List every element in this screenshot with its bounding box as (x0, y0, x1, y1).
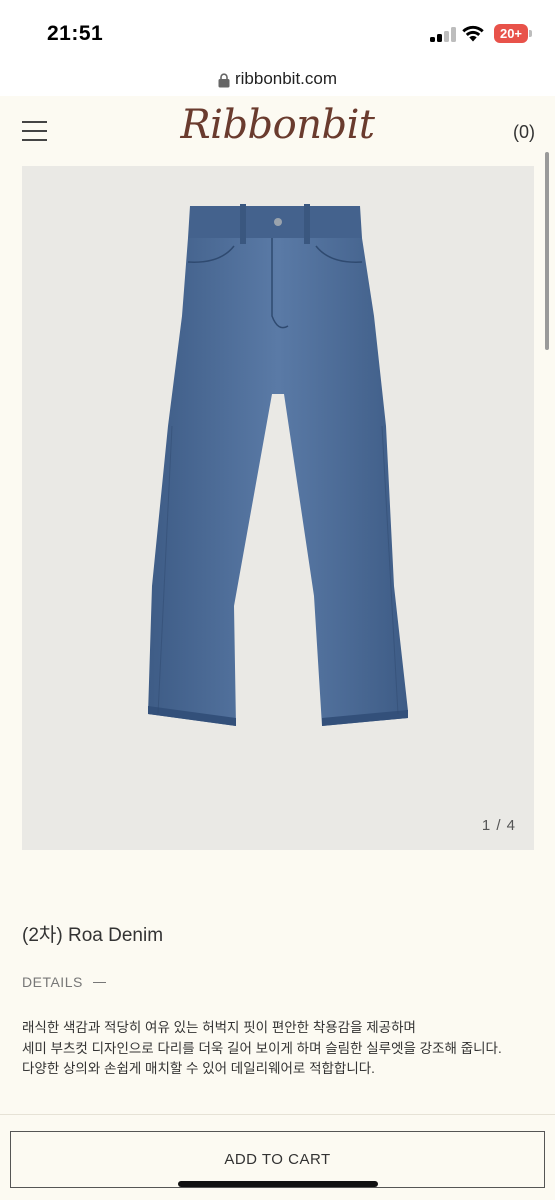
home-indicator[interactable] (178, 1181, 378, 1187)
product-description: 래식한 색감과 적당히 여유 있는 허벅지 핏이 편안한 착용감을 제공하며 세… (22, 1018, 537, 1080)
collapse-dash-icon (92, 981, 106, 983)
description-line: 래식한 색감과 적당히 여유 있는 허벅지 핏이 편안한 착용감을 제공하며 (22, 1020, 416, 1035)
status-time: 21:51 (47, 22, 104, 45)
page-scrollbar[interactable] (545, 152, 549, 350)
battery-icon: 20+ (494, 24, 528, 43)
site-logo[interactable]: Ribbonbit (0, 102, 555, 148)
cart-count[interactable]: (0) (513, 122, 535, 143)
battery-tip (529, 30, 532, 37)
sticky-cart-bar: ADD TO CART (0, 1114, 555, 1200)
image-counter: 1 / 4 (481, 817, 516, 834)
details-label: DETAILS (22, 974, 83, 990)
lock-icon (218, 72, 230, 87)
url-text[interactable]: ribbonbit.com (235, 69, 337, 89)
description-line: 세미 부츠컷 디자인으로 다리를 더욱 길어 보이게 하며 슬림한 실루엣을 강… (22, 1040, 502, 1056)
product-title: (2차) Roa Denim (22, 925, 164, 946)
product-image-gallery[interactable]: 1 / 4 (22, 166, 534, 850)
wifi-icon (462, 25, 484, 42)
add-to-cart-button[interactable]: ADD TO CART (10, 1131, 545, 1188)
address-bar[interactable]: ribbonbit.com (0, 62, 555, 96)
status-bar: 21:51 20+ (0, 0, 555, 62)
jeans-image (148, 204, 408, 726)
description-line: 다양한 상의와 손쉽게 매치할 수 있어 데일리웨어로 적합합니다. (22, 1061, 375, 1076)
signal-icon (430, 26, 456, 42)
site-header: Ribbonbit (0) (0, 96, 555, 166)
details-toggle[interactable]: DETAILS (22, 974, 106, 990)
